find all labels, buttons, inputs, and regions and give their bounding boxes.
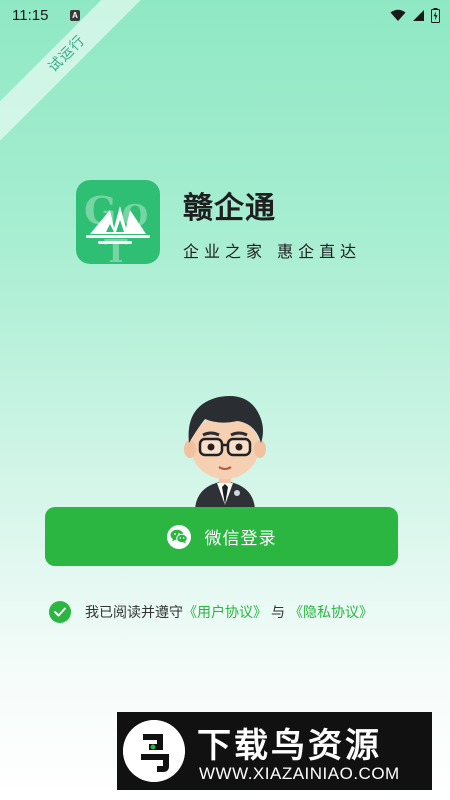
app-slogan: 企业之家 惠企直达 [183,242,362,261]
wechat-login-label: 微信登录 [204,529,277,549]
watermark-banner: 下载鸟资源 WWW.XIAZAINIAO.COM [117,712,432,790]
agreement-prefix: 我已阅读并遵守 [85,605,183,621]
signal-icon [413,10,424,21]
agreement-separator: 与 [271,605,285,621]
privacy-policy-link[interactable]: 《隐私协议》 [289,602,373,622]
app-name: 赣企通 [183,191,276,226]
app-logo-icon: G Q T [76,180,160,264]
trial-ribbon-label: 试运行 [0,0,166,153]
watermark-title: 下载鸟资源 [197,726,382,766]
mascot-avatar [184,395,266,509]
agreement-checkbox[interactable] [49,601,71,623]
battery-icon [431,8,440,23]
check-icon [54,607,66,617]
watermark-url: WWW.XIAZAINIAO.COM [199,764,400,783]
user-agreement-link[interactable]: 《用户协议》 [183,602,267,622]
trial-ribbon: 试运行 [0,0,170,170]
wechat-icon [166,524,191,549]
agreement-row: 我已阅读并遵守 《用户协议》 与 《隐私协议》 [49,600,373,624]
watermark-logo-icon [123,720,185,782]
wechat-login-button[interactable]: 微信登录 [45,507,398,566]
status-icons [390,8,440,23]
wifi-icon [390,9,406,21]
